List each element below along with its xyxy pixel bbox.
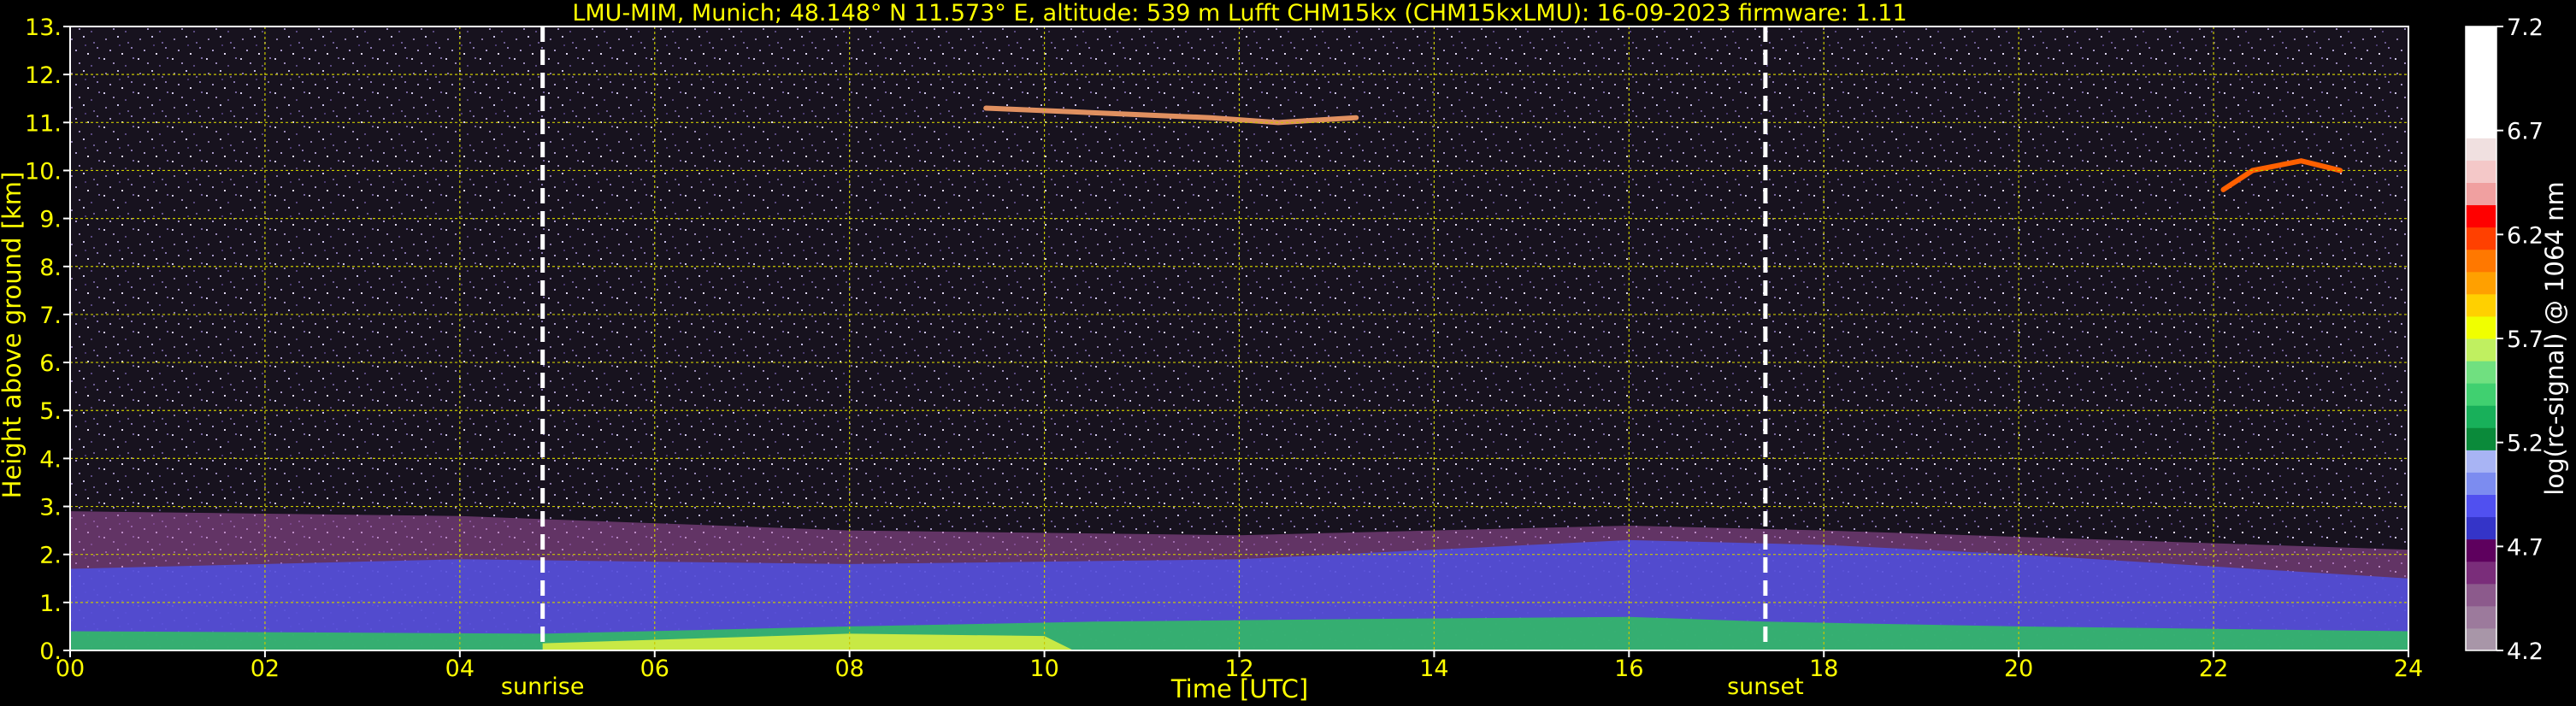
y-tick-label: 8. xyxy=(39,255,62,281)
colorbar: 4.2 4.7 5.2 5.7 6.2 6.7 7.2 xyxy=(2465,15,2544,665)
x-tick-label: 14 xyxy=(1419,656,1448,682)
colorbar-segment xyxy=(2466,427,2496,450)
event-label-sunrise: sunrise xyxy=(501,674,585,700)
colorbar-segment xyxy=(2466,627,2496,651)
x-tick-label: 22 xyxy=(2199,656,2228,682)
colorbar-segment xyxy=(2466,293,2496,317)
colorbar-segment xyxy=(2466,93,2496,116)
y-tick-label: 11. xyxy=(25,110,62,137)
colorbar-tick-label: 5.7 xyxy=(2507,327,2544,353)
y-tick-label: 3. xyxy=(39,495,62,521)
colorbar-segment xyxy=(2466,49,2496,72)
chart: sunrise sunset 0.1.2.3.4.5.6.7.8.9.10.11.… xyxy=(0,0,2569,703)
colorbar-segment xyxy=(2466,227,2496,250)
colorbar-segment xyxy=(2466,71,2496,94)
y-axis: 0.1.2.3.4.5.6.7.8.9.10.11.12.13. xyxy=(25,15,70,665)
y-tick-label: 4. xyxy=(39,446,62,473)
x-tick-label: 00 xyxy=(56,656,85,682)
colorbar-segment xyxy=(2466,494,2496,518)
colorbar-segment xyxy=(2466,383,2496,406)
colorbar-segment xyxy=(2466,115,2496,138)
colorbar-segment xyxy=(2466,450,2496,473)
x-tick-label: 04 xyxy=(445,656,475,682)
x-tick-label: 24 xyxy=(2394,656,2423,682)
y-tick-label: 9. xyxy=(39,207,62,233)
colorbar-tick-label: 6.7 xyxy=(2507,119,2544,145)
chart-title: LMU-MIM, Munich; 48.148° N 11.573° E, al… xyxy=(572,0,1907,26)
event-label-sunset: sunset xyxy=(1727,674,1804,700)
colorbar-tick-label: 4.2 xyxy=(2507,638,2544,665)
y-tick-label: 13. xyxy=(25,15,62,41)
y-axis-label: Height above ground [km] xyxy=(0,172,27,499)
colorbar-segment xyxy=(2466,605,2496,629)
colorbar-tick-label: 6.2 xyxy=(2507,222,2544,249)
colorbar-segment xyxy=(2466,583,2496,607)
colorbar-segment xyxy=(2466,405,2496,428)
colorbar-tick-label: 4.7 xyxy=(2507,534,2544,561)
x-tick-label: 06 xyxy=(640,656,669,682)
x-tick-label: 18 xyxy=(1809,656,1838,682)
x-tick-label: 08 xyxy=(834,656,864,682)
colorbar-segment xyxy=(2466,338,2496,362)
colorbar-label: log(rc-signal) @ 1064 nm xyxy=(2540,181,2569,495)
colorbar-segment xyxy=(2466,516,2496,540)
x-tick-label: 02 xyxy=(251,656,280,682)
y-tick-label: 7. xyxy=(39,303,62,329)
y-tick-label: 6. xyxy=(39,350,62,377)
colorbar-segment xyxy=(2466,561,2496,585)
colorbar-segment xyxy=(2466,138,2496,161)
colorbar-segment xyxy=(2466,204,2496,228)
colorbar-segment xyxy=(2466,249,2496,273)
colorbar-segment xyxy=(2466,538,2496,562)
colorbar-segment xyxy=(2466,26,2496,50)
colorbar-segment xyxy=(2466,315,2496,339)
y-tick-label: 2. xyxy=(39,543,62,569)
x-tick-label: 10 xyxy=(1029,656,1058,682)
colorbar-segment xyxy=(2466,160,2496,183)
x-axis-label: Time [UTC] xyxy=(1170,674,1308,703)
x-tick-label: 20 xyxy=(2004,656,2033,682)
colorbar-segment xyxy=(2466,182,2496,206)
y-tick-label: 5. xyxy=(39,398,62,425)
colorbar-tick-label: 7.2 xyxy=(2507,15,2544,41)
y-tick-label: 1. xyxy=(39,591,62,617)
y-tick-label: 10. xyxy=(25,158,62,185)
colorbar-segment xyxy=(2466,472,2496,495)
colorbar-tick-label: 5.2 xyxy=(2507,431,2544,457)
colorbar-segment xyxy=(2466,271,2496,295)
colorbar-segment xyxy=(2466,361,2496,384)
y-tick-label: 12. xyxy=(25,62,62,89)
x-tick-label: 16 xyxy=(1614,656,1643,682)
